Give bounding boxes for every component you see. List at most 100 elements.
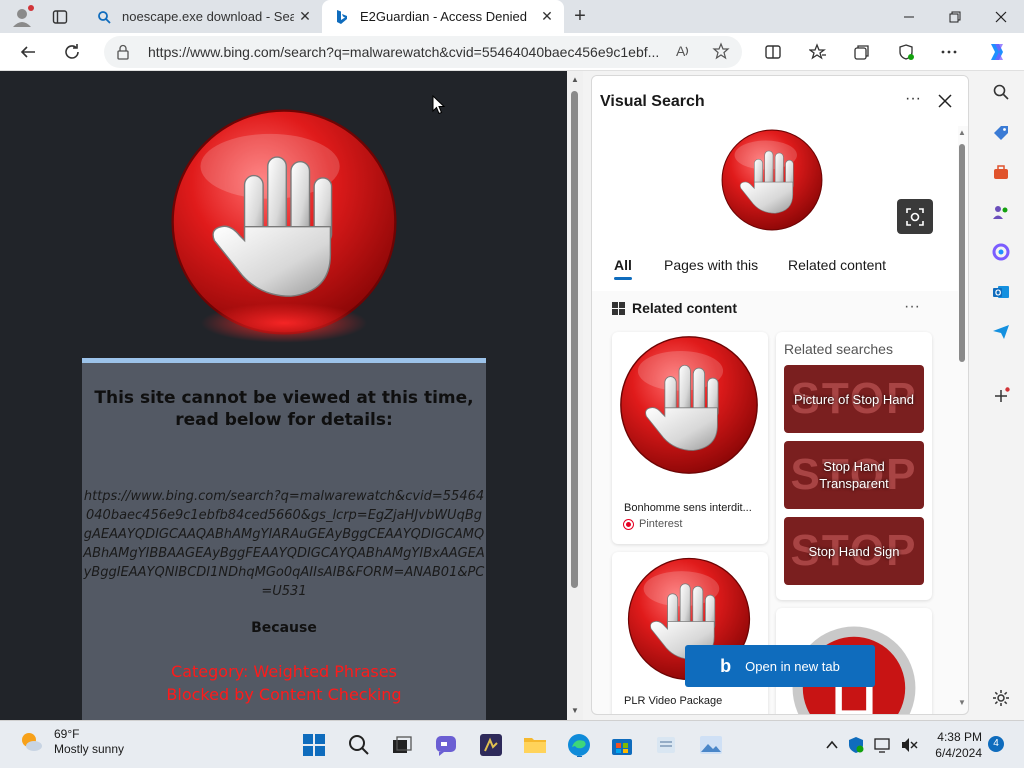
copilot-icon[interactable] [982,37,1012,67]
teams-chat-icon[interactable] [432,731,460,759]
app-icon[interactable] [652,731,680,759]
microsoft-365-icon[interactable] [986,237,1016,267]
more-options-icon[interactable]: ··· [904,298,920,316]
lock-icon[interactable] [116,44,130,65]
related-search-label: Picture of Stop Hand [794,391,914,407]
related-content-label: Related content [632,300,738,316]
tab-label: E2Guardian - Access Denied [360,9,527,24]
settings-gear-icon[interactable] [986,683,1016,713]
visual-search-scrollbar[interactable]: ▲ ▼ [956,126,968,714]
scroll-up-arrow[interactable]: ▲ [958,128,966,137]
split-screen-icon[interactable] [758,37,788,67]
app-icon[interactable] [477,731,505,759]
refresh-button[interactable] [57,37,87,67]
photos-icon[interactable] [697,731,725,759]
favorite-star-icon[interactable] [712,42,730,65]
close-window-button[interactable] [978,0,1024,33]
reason-line: Blocked by Content Checking [166,685,402,704]
visual-search-title: Visual Search [600,93,705,110]
send-icon[interactable] [986,317,1016,347]
tab-all[interactable]: All [614,257,632,273]
block-title: This site cannot be viewed at this time,… [94,388,474,430]
blocked-url: https://www.bing.com/search?q=malwarewat… [83,489,485,599]
collections-icon[interactable] [847,37,877,67]
card-source-label: Pinterest [639,518,683,530]
more-options-icon[interactable]: ··· [902,90,924,112]
new-tab-button[interactable]: + [568,4,592,28]
system-clock[interactable]: 4:38 PM 6/4/2024 [928,729,982,761]
related-search-tile[interactable]: STOP Stop Hand Transparent [784,441,924,509]
visual-search-lens-button[interactable] [897,199,933,234]
scroll-down-arrow[interactable]: ▼ [958,698,966,707]
outlook-icon[interactable]: O [986,277,1016,307]
tab-access-denied[interactable]: E2Guardian - Access Denied ✕ [322,0,564,33]
browser-essentials-icon[interactable] [891,37,921,67]
grid-icon [612,301,625,315]
address-bar[interactable]: https://www.bing.com/search?q=malwarewat… [104,36,742,68]
games-icon[interactable] [986,197,1016,227]
related-content-card[interactable]: Bonhomme sens interdit... Pinterest [612,332,768,544]
related-search-tile[interactable]: STOP Picture of Stop Hand [784,365,924,433]
stop-hand-thumbnail [720,128,824,232]
search-icon[interactable] [345,731,373,759]
card-source: Pinterest [624,518,682,530]
search-icon[interactable] [986,77,1016,107]
read-aloud-icon[interactable]: A [674,42,692,65]
tab-search[interactable]: noescape.exe download - Search ✕ [84,0,322,33]
clock-date: 6/4/2024 [935,746,982,760]
volume-muted-icon[interactable] [895,731,923,759]
tools-icon[interactable] [986,157,1016,187]
more-options-icon[interactable] [934,37,964,67]
display-icon[interactable] [869,731,897,759]
close-icon[interactable] [934,90,956,112]
page-scrollbar[interactable]: ▲ ▼ [567,71,583,720]
bing-icon: b [720,655,732,676]
card-title: PLR Video Package [624,695,723,707]
file-explorer-icon[interactable] [521,731,549,759]
scroll-down-arrow[interactable]: ▼ [570,706,580,716]
start-icon[interactable] [300,731,328,759]
weather-widget[interactable]: 69°F Mostly sunny [18,727,124,757]
related-searches-card: Related searches STOP Picture of Stop Ha… [776,332,932,600]
close-tab-icon[interactable]: ✕ [536,6,558,28]
back-button[interactable] [13,37,43,67]
tab-related-content[interactable]: Related content [788,257,886,273]
block-reason: Category: Weighted Phrases Blocked by Co… [82,660,486,706]
because-label: Because [251,620,317,636]
tab-actions-icon[interactable] [48,5,72,29]
stop-hand-glow [200,303,368,343]
shopping-tag-icon[interactable] [986,117,1016,147]
related-content-heading: Related content [612,300,737,316]
partly-sunny-icon [22,733,42,751]
svg-text:A: A [676,43,686,59]
category-line: Category: Weighted Phrases [171,662,397,681]
scrollbar-thumb[interactable] [571,91,578,588]
close-tab-icon[interactable]: ✕ [294,6,316,28]
related-search-tile[interactable]: STOP Stop Hand Sign [784,517,924,585]
open-in-new-tab-label: Open in new tab [745,658,840,674]
block-message-box: This site cannot be viewed at this time,… [82,358,486,720]
store-icon[interactable] [608,731,636,759]
minimize-button[interactable] [886,0,932,33]
visual-search-header: Visual Search ··· [592,76,968,126]
restore-button[interactable] [932,0,978,33]
scrollbar-thumb[interactable] [959,144,965,362]
tab-pages-with-this[interactable]: Pages with this [664,257,758,273]
related-content-card[interactable]: PLR Video Package [612,552,768,714]
task-view-icon[interactable] [388,731,416,759]
windows-taskbar: 69°F Mostly sunny 4:38 PM 6/4/2024 4 [0,720,1024,768]
search-icon [96,9,112,25]
title-bar: noescape.exe download - Search ✕ E2Guard… [0,0,1024,33]
address-toolbar: https://www.bing.com/search?q=malwarewat… [0,33,1024,71]
add-icon[interactable] [986,381,1016,411]
bing-icon [334,9,350,25]
scroll-up-arrow[interactable]: ▲ [570,75,580,85]
edge-sidebar: O [978,71,1024,720]
weather-condition: Mostly sunny [54,742,125,756]
open-in-new-tab-button[interactable]: b Open in new tab [685,645,875,687]
edge-icon[interactable] [565,731,593,759]
notification-badge[interactable]: 4 [988,736,1004,752]
url-text: https://www.bing.com/search?q=malwarewat… [148,44,660,60]
security-shield-icon[interactable] [842,731,870,759]
favorites-icon[interactable] [803,37,833,67]
